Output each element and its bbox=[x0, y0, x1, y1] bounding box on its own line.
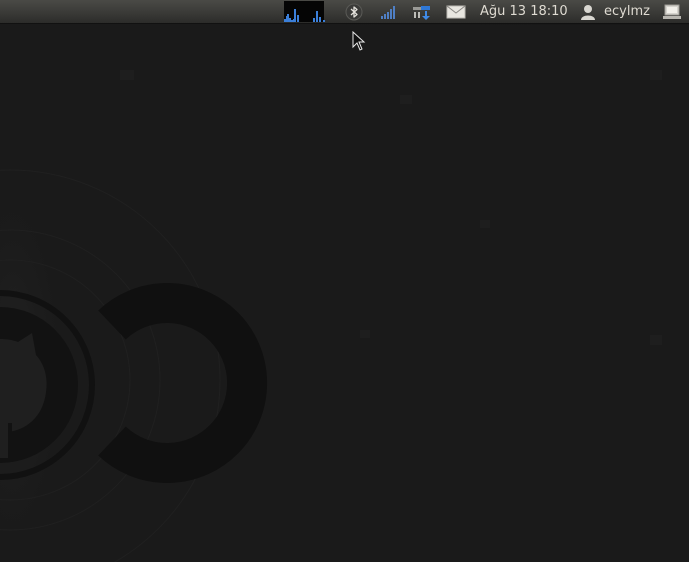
network-transfer-icon bbox=[413, 6, 430, 20]
top-panel: Ağu 13 18:10 ecylmz bbox=[0, 0, 689, 24]
user-icon bbox=[581, 5, 595, 20]
session-menu[interactable] bbox=[660, 0, 684, 24]
system-monitor-bar bbox=[319, 17, 322, 22]
system-monitor-bar bbox=[316, 11, 318, 22]
system-monitor-bar bbox=[289, 18, 292, 22]
session-icon bbox=[663, 4, 681, 19]
clock[interactable]: Ağu 13 18:10 bbox=[480, 0, 568, 24]
desktop-wallpaper bbox=[0, 25, 689, 562]
envelope-icon bbox=[446, 5, 466, 19]
desktop-screen: Ağu 13 18:10 ecylmz bbox=[0, 0, 689, 562]
network-indicator[interactable] bbox=[377, 0, 401, 24]
system-monitor-bar bbox=[292, 19, 295, 22]
user-menu[interactable]: ecylmz bbox=[604, 0, 650, 24]
network-transfer-indicator[interactable] bbox=[410, 0, 434, 24]
system-monitor-applet[interactable] bbox=[284, 1, 325, 22]
bluetooth-icon bbox=[345, 3, 363, 21]
clock-text: Ağu 13 18:10 bbox=[480, 4, 568, 19]
system-monitor-bar bbox=[297, 15, 300, 22]
messages-indicator[interactable] bbox=[444, 0, 468, 24]
network-signal-icon bbox=[381, 6, 395, 19]
bluetooth-indicator[interactable] bbox=[343, 0, 365, 24]
username-label: ecylmz bbox=[604, 4, 650, 19]
user-indicator[interactable] bbox=[577, 0, 599, 24]
system-monitor-bar bbox=[322, 20, 325, 22]
system-monitor-bar bbox=[286, 16, 288, 22]
mouse-cursor-icon bbox=[352, 31, 366, 51]
system-monitor-bar bbox=[312, 18, 315, 22]
